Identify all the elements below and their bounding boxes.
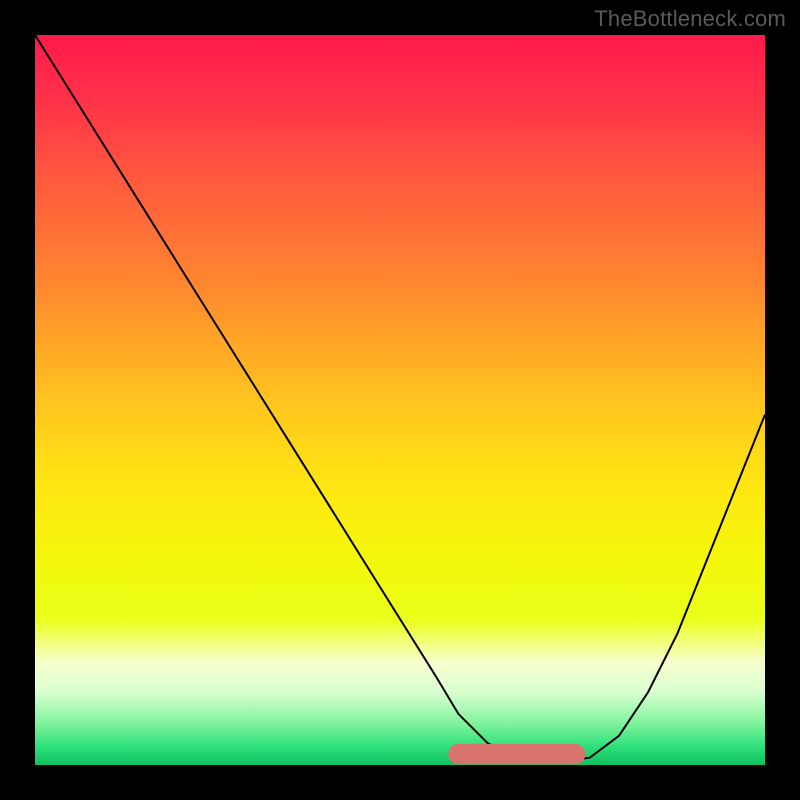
watermark-text: TheBottleneck.com: [594, 6, 786, 32]
chart-plot-area: [35, 35, 765, 765]
chart-background: [35, 35, 765, 765]
chart-svg: [35, 35, 765, 765]
